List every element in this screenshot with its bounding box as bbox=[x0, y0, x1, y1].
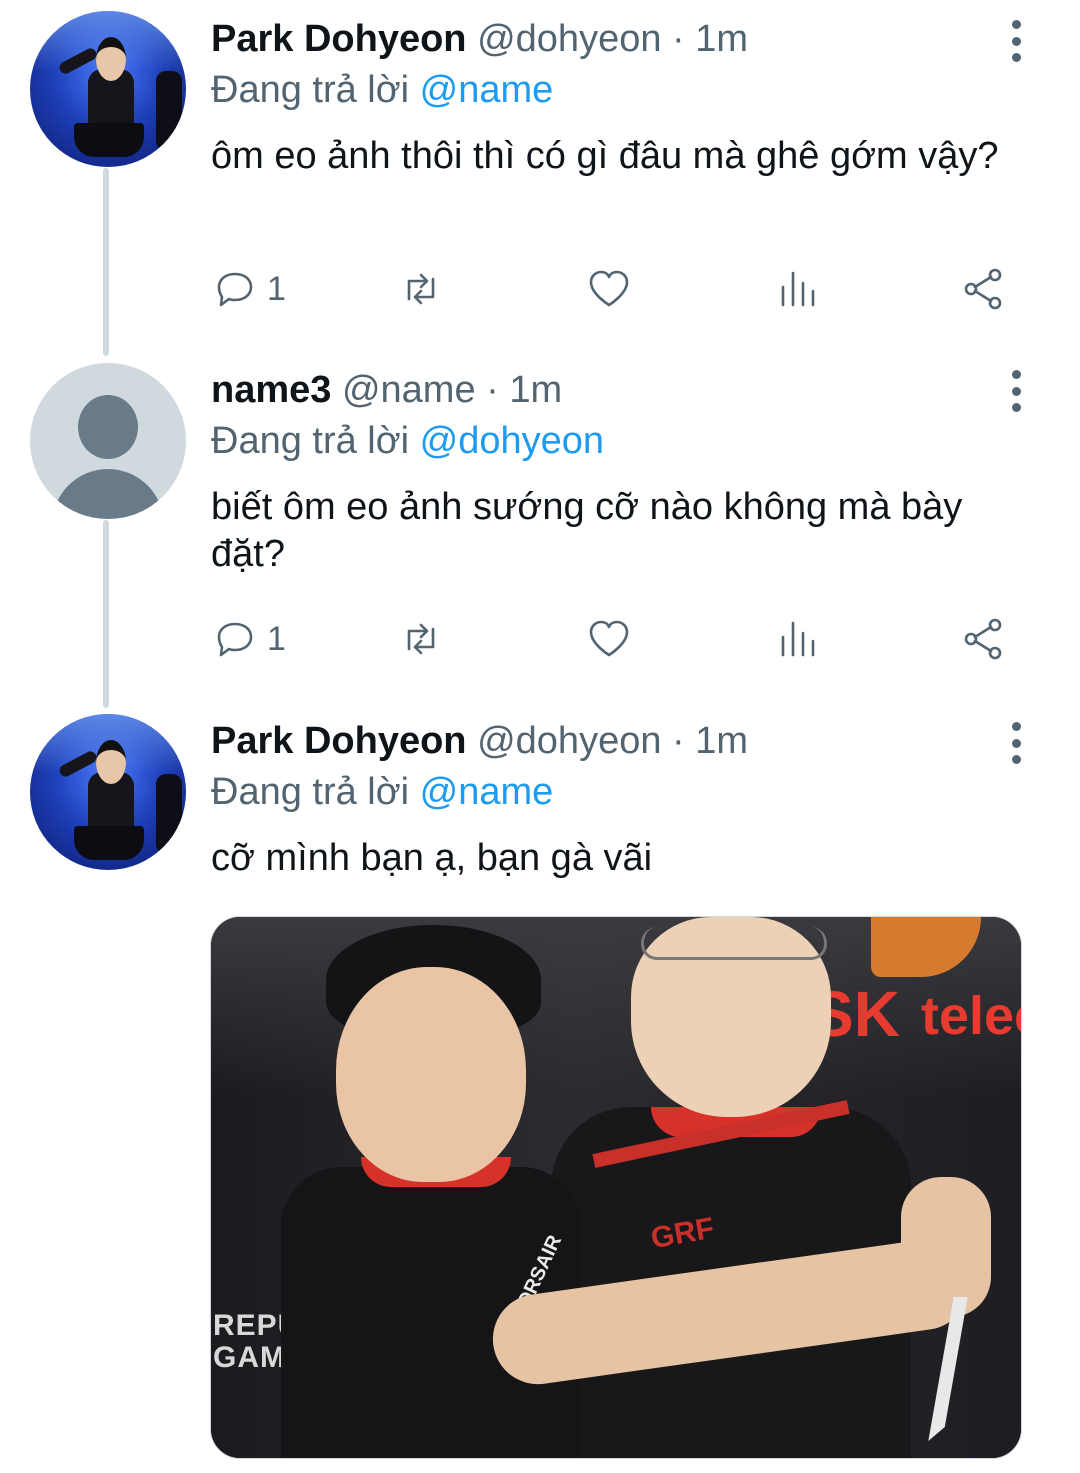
mention-link[interactable]: @name bbox=[420, 771, 554, 813]
reply-button[interactable]: 1 bbox=[211, 264, 286, 314]
more-vertical-icon[interactable] bbox=[996, 366, 1036, 416]
more-vertical-icon[interactable] bbox=[996, 16, 1036, 66]
more-vertical-icon[interactable] bbox=[996, 718, 1036, 768]
reply-button[interactable]: 1 bbox=[211, 614, 286, 664]
share-button[interactable] bbox=[959, 614, 1007, 664]
tweet-header: Park Dohyeon @dohyeon · 1m bbox=[211, 17, 748, 61]
reply-icon bbox=[217, 272, 253, 307]
replying-to-label: Đang trả lời bbox=[211, 420, 410, 462]
views-button[interactable] bbox=[773, 264, 821, 314]
timestamp[interactable]: 1m bbox=[695, 720, 748, 762]
retweet-icon bbox=[407, 273, 435, 305]
retweet-button[interactable] bbox=[397, 614, 445, 664]
share-icon bbox=[964, 268, 1002, 310]
retweet-icon bbox=[407, 623, 435, 655]
timestamp[interactable]: 1m bbox=[695, 18, 748, 60]
like-button[interactable] bbox=[585, 264, 633, 314]
separator: · bbox=[672, 720, 685, 762]
heart-icon bbox=[589, 620, 629, 657]
tweet-text: cỡ mình bạn ạ, bạn gà vãi bbox=[211, 837, 653, 879]
like-button[interactable] bbox=[585, 614, 633, 664]
share-button[interactable] bbox=[959, 264, 1007, 314]
replying-to: Đang trả lời @name bbox=[211, 68, 553, 112]
separator: · bbox=[672, 18, 685, 60]
sign-text: telec bbox=[921, 986, 1021, 1046]
tweet[interactable]: name3 @name · 1m Đang trả lời @dohyeon b… bbox=[0, 352, 1080, 702]
timestamp[interactable]: 1m bbox=[509, 369, 562, 411]
handle[interactable]: @dohyeon bbox=[477, 18, 661, 60]
analytics-icon bbox=[781, 621, 815, 657]
tweet[interactable]: Park Dohyeon @dohyeon · 1m Đang trả lời … bbox=[0, 0, 1080, 350]
mention-link[interactable]: @name bbox=[420, 69, 554, 111]
tweet-text: biết ôm eo ảnh sướng cỡ nào không mà bày… bbox=[211, 486, 963, 575]
display-name[interactable]: Park Dohyeon bbox=[211, 720, 467, 762]
tweet-actions: 1 bbox=[211, 264, 1011, 314]
tweet-header: name3 @name · 1m bbox=[211, 368, 562, 412]
mention-link[interactable]: @dohyeon bbox=[420, 420, 604, 462]
handle[interactable]: @name bbox=[342, 369, 476, 411]
reply-count: 1 bbox=[267, 619, 286, 658]
avatar[interactable] bbox=[30, 363, 186, 519]
retweet-button[interactable] bbox=[397, 264, 445, 314]
replying-to-label: Đang trả lời bbox=[211, 771, 410, 813]
default-avatar-icon bbox=[78, 395, 138, 459]
display-name[interactable]: name3 bbox=[211, 369, 331, 411]
replying-to: Đang trả lời @dohyeon bbox=[211, 419, 604, 463]
tweet-text: ôm eo ảnh thôi thì có gì đâu mà ghê gớm … bbox=[211, 135, 999, 177]
handle[interactable]: @dohyeon bbox=[477, 720, 661, 762]
tweet-header: Park Dohyeon @dohyeon · 1m bbox=[211, 719, 748, 763]
analytics-icon bbox=[781, 271, 815, 307]
reply-icon bbox=[217, 622, 253, 657]
views-button[interactable] bbox=[773, 614, 821, 664]
heart-icon bbox=[589, 270, 629, 307]
replying-to-label: Đang trả lời bbox=[211, 69, 410, 111]
avatar[interactable] bbox=[30, 714, 186, 870]
replying-to: Đang trả lời @name bbox=[211, 770, 553, 814]
share-icon bbox=[964, 618, 1002, 660]
avatar[interactable] bbox=[30, 11, 186, 167]
display-name[interactable]: Park Dohyeon bbox=[211, 18, 467, 60]
glasses bbox=[641, 927, 827, 960]
reply-count: 1 bbox=[267, 269, 286, 308]
tweet-photo[interactable]: SK telec REPUBLI GAMERS GRF CORSAIR bbox=[210, 916, 1022, 1459]
tweet-actions: 1 bbox=[211, 614, 1011, 664]
separator: · bbox=[486, 369, 499, 411]
